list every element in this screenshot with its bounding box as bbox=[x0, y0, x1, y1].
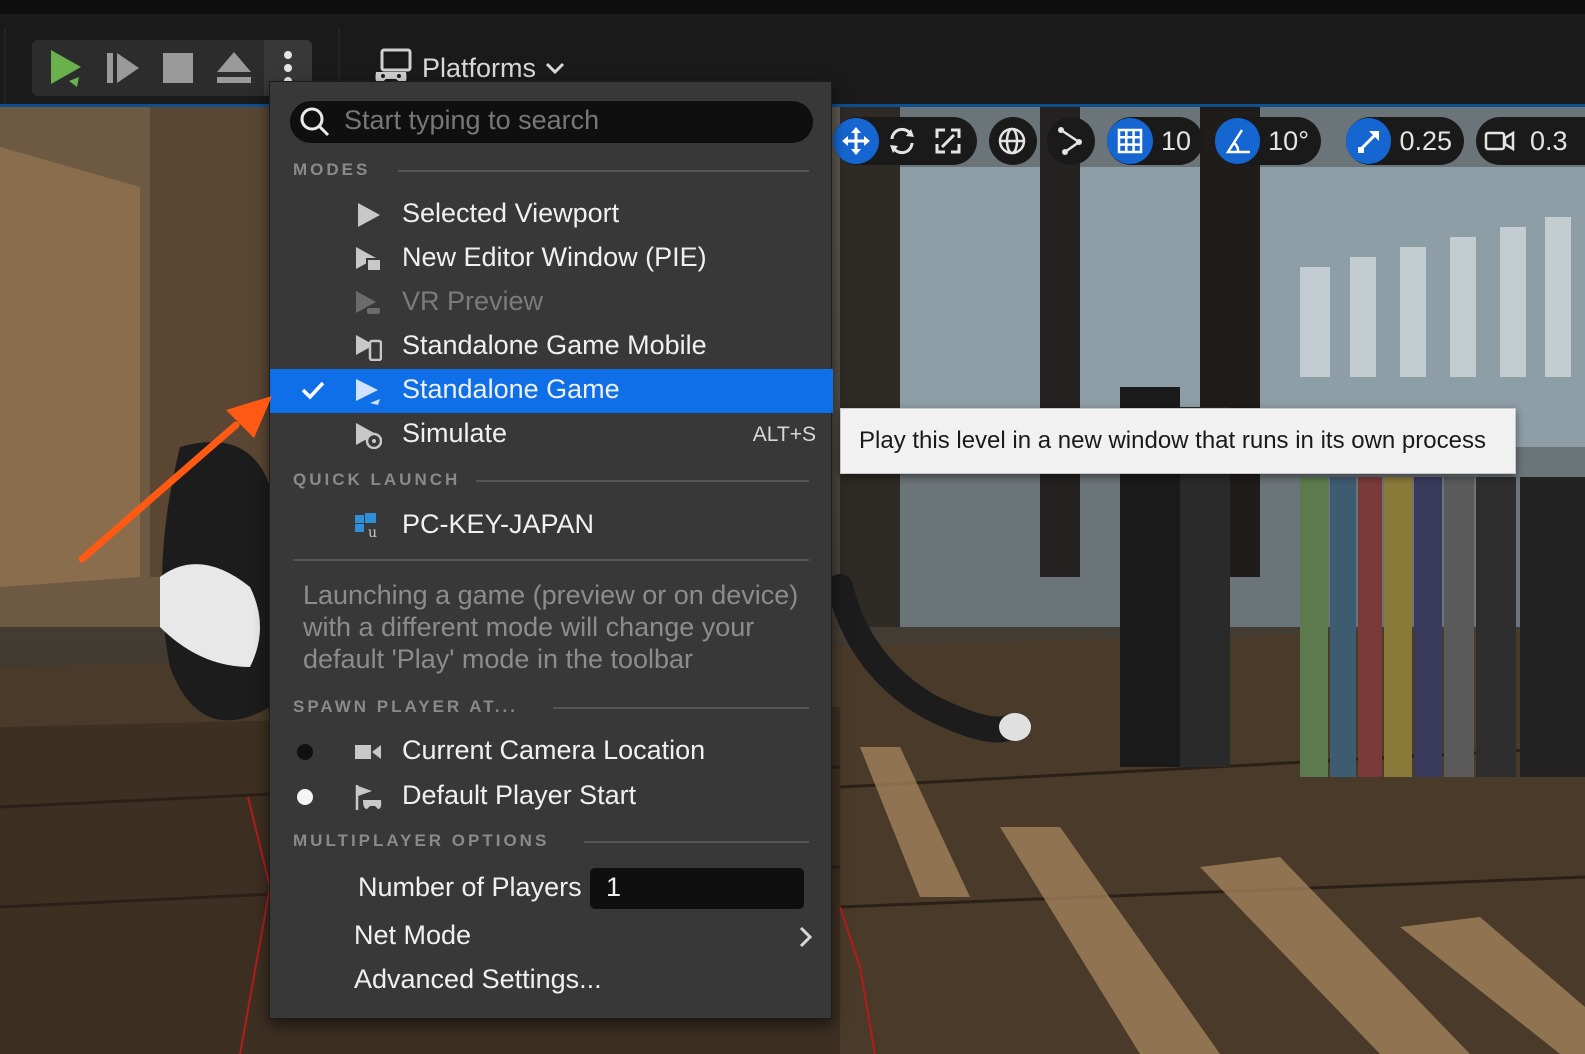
rotate-icon bbox=[890, 127, 914, 155]
mode-label: New Editor Window (PIE) bbox=[402, 242, 707, 272]
search-icon bbox=[300, 107, 330, 137]
mode-change-hint: Launching a game (preview or on device) … bbox=[303, 580, 799, 674]
quick-launch-label: PC-KEY-JAPAN bbox=[402, 509, 595, 539]
step-forward-icon bbox=[107, 53, 139, 83]
mode-vr-preview[interactable]: VR Preview bbox=[270, 281, 833, 325]
spawn-current-camera-location[interactable]: Current Camera Location bbox=[270, 730, 833, 774]
world-local-toggle[interactable] bbox=[989, 117, 1037, 165]
mode-simulate[interactable]: Simulate ALT+S bbox=[270, 413, 833, 457]
surface-snap-icon bbox=[1058, 127, 1082, 155]
mode-label: Standalone Game Mobile bbox=[402, 330, 707, 360]
section-header-modes: MODES bbox=[293, 160, 371, 179]
grid-snap-value[interactable]: 10 bbox=[1153, 126, 1203, 157]
advanced-settings-item[interactable]: Advanced Settings... bbox=[270, 959, 833, 1003]
mode-standalone-game[interactable]: Standalone Game bbox=[270, 369, 833, 413]
play-icon bbox=[51, 50, 81, 87]
camera-speed-value[interactable]: 0.3 bbox=[1522, 126, 1580, 157]
mode-label: Simulate bbox=[402, 418, 508, 448]
title-strip bbox=[0, 0, 1585, 14]
net-mode-submenu[interactable]: Net Mode bbox=[270, 915, 833, 959]
standalone-icon bbox=[356, 379, 380, 405]
grid-snap-toggle[interactable] bbox=[1107, 118, 1153, 164]
play-icon bbox=[358, 203, 380, 227]
quick-launch-pc-key-japan[interactable]: u PC-KEY-JAPAN bbox=[270, 504, 833, 548]
section-header-spawn: SPAWN PLAYER AT... bbox=[293, 697, 518, 716]
number-of-players-value: 1 bbox=[606, 872, 622, 902]
mode-label: VR Preview bbox=[402, 286, 544, 316]
radio-unselected[interactable] bbox=[297, 744, 313, 760]
divider bbox=[293, 559, 809, 561]
play-options-menu: Start typing to search MODES Selected Vi… bbox=[269, 81, 833, 1019]
vr-preview-icon bbox=[356, 291, 382, 316]
number-of-players-input[interactable]: 1 bbox=[590, 868, 804, 909]
scale-snap-control[interactable]: 0.25 bbox=[1346, 117, 1464, 165]
spawn-default-player-start[interactable]: Default Player Start bbox=[270, 775, 833, 819]
mode-selected-viewport[interactable]: Selected Viewport bbox=[270, 193, 833, 237]
section-header-quick-launch: QUICK LAUNCH bbox=[293, 470, 461, 489]
divider bbox=[584, 841, 809, 843]
chevron-down-icon bbox=[545, 62, 565, 75]
stop-icon bbox=[163, 53, 193, 83]
net-mode-label: Net Mode bbox=[354, 920, 472, 950]
rotation-snap-toggle[interactable] bbox=[1215, 118, 1261, 164]
play-button[interactable] bbox=[36, 40, 92, 96]
scale-tool[interactable] bbox=[925, 118, 971, 164]
toolbar-separator bbox=[4, 28, 6, 104]
tooltip-text: Play this level in a new window that run… bbox=[859, 427, 1486, 454]
divider bbox=[398, 170, 809, 172]
grid-icon bbox=[1117, 128, 1143, 154]
checkmark-icon bbox=[301, 381, 325, 400]
play-window-icon bbox=[356, 247, 382, 272]
grid-snap-control[interactable]: 10 bbox=[1107, 117, 1203, 165]
number-of-players-label: Number of Players bbox=[358, 872, 582, 902]
surface-snap-button[interactable] bbox=[1047, 118, 1093, 164]
divider bbox=[476, 480, 809, 482]
rotation-snap-control[interactable]: 10° bbox=[1215, 117, 1321, 165]
radio-selected[interactable] bbox=[297, 789, 313, 805]
scale-icon bbox=[935, 128, 961, 154]
search-input[interactable]: Start typing to search bbox=[290, 101, 813, 143]
globe-icon bbox=[998, 127, 1026, 155]
windows-unreal-icon: u bbox=[355, 513, 381, 540]
eject-icon bbox=[217, 52, 251, 83]
spawn-label: Current Camera Location bbox=[402, 735, 706, 765]
mobile-icon bbox=[356, 335, 382, 361]
mode-label: Selected Viewport bbox=[402, 198, 620, 228]
camera-speed-button[interactable] bbox=[1476, 118, 1522, 164]
search-placeholder: Start typing to search bbox=[344, 105, 600, 135]
translate-tool[interactable] bbox=[833, 118, 879, 164]
spawn-label: Default Player Start bbox=[402, 780, 637, 810]
eject-button[interactable] bbox=[206, 40, 262, 96]
scale-snap-value[interactable]: 0.25 bbox=[1391, 126, 1464, 157]
svg-text:u: u bbox=[368, 525, 377, 540]
platforms-label: Platforms bbox=[422, 52, 537, 83]
scale-snap-toggle[interactable] bbox=[1346, 118, 1392, 164]
mode-tooltip: Play this level in a new window that run… bbox=[840, 408, 1516, 474]
mode-standalone-game-mobile[interactable]: Standalone Game Mobile bbox=[270, 325, 833, 369]
mode-new-editor-window[interactable]: New Editor Window (PIE) bbox=[270, 237, 833, 281]
camera-icon bbox=[1484, 130, 1515, 152]
section-header-multiplayer: MULTIPLAYER OPTIONS bbox=[293, 831, 550, 850]
globe-button[interactable] bbox=[989, 118, 1035, 164]
divider bbox=[553, 707, 809, 709]
simulate-icon bbox=[356, 423, 382, 449]
surface-snap-toggle[interactable] bbox=[1047, 117, 1095, 165]
angle-icon bbox=[1225, 129, 1250, 154]
scale-snap-icon bbox=[1357, 131, 1379, 153]
shortcut-hint: ALT+S bbox=[752, 423, 816, 446]
player-start-icon bbox=[355, 785, 382, 810]
camera-icon bbox=[355, 745, 381, 759]
advanced-settings-label: Advanced Settings... bbox=[354, 964, 602, 994]
transform-tools bbox=[833, 117, 977, 165]
move-icon bbox=[842, 127, 870, 155]
rotate-tool[interactable] bbox=[879, 118, 925, 164]
mode-label: Standalone Game bbox=[402, 374, 620, 404]
rotation-snap-value[interactable]: 10° bbox=[1260, 126, 1321, 157]
stop-button[interactable] bbox=[150, 40, 206, 96]
chevron-right-icon bbox=[799, 926, 813, 948]
step-forward-button[interactable] bbox=[94, 40, 150, 96]
camera-speed-control[interactable]: 0.3 bbox=[1476, 117, 1585, 165]
